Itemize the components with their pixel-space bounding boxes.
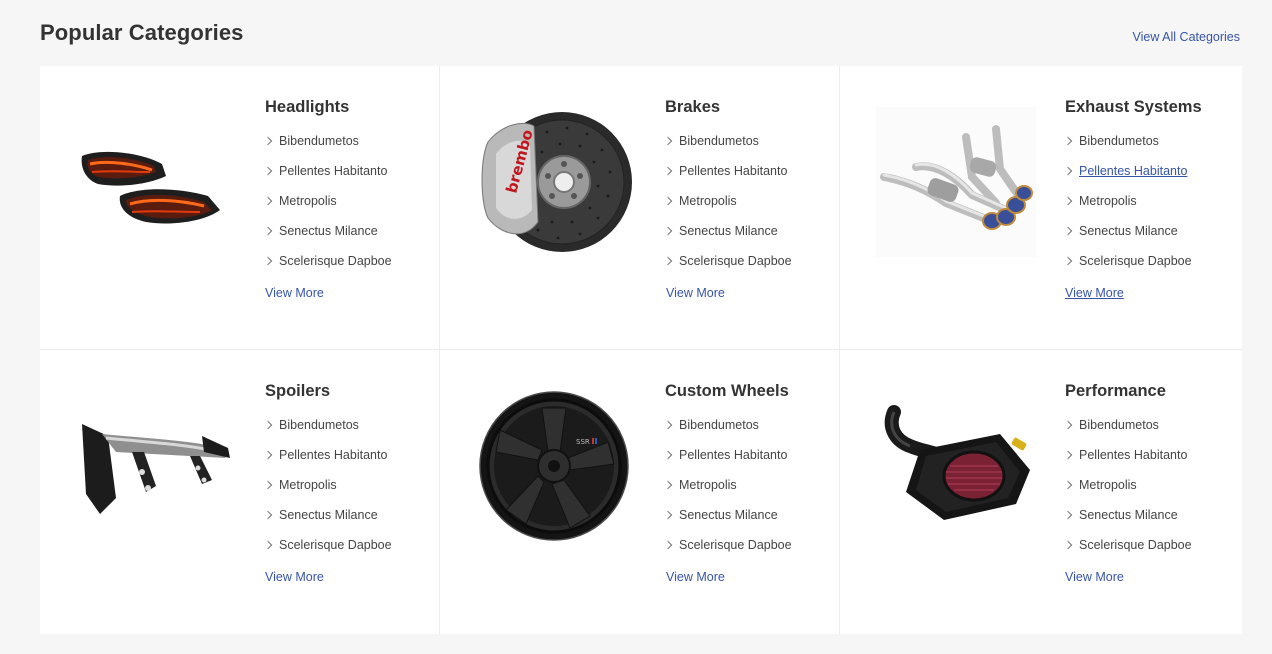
chevron-right-icon xyxy=(263,510,273,520)
category-card-headlights: Headlights Bibendumetos Pellentes Habita… xyxy=(40,66,440,350)
chevron-right-icon xyxy=(663,480,673,490)
chevron-right-icon xyxy=(1063,136,1073,146)
subcategory-item[interactable]: Bibendumetos xyxy=(1063,418,1235,448)
chevron-right-icon xyxy=(663,540,673,550)
subcategory-item[interactable]: Metropolis xyxy=(663,478,835,508)
subcategory-list: Bibendumetos Pellentes Habitanto Metropo… xyxy=(663,134,835,284)
chevron-right-icon xyxy=(263,540,273,550)
subcategory-item[interactable]: Metropolis xyxy=(1063,194,1235,224)
subcategory-item[interactable]: Scelerisque Dapboe xyxy=(1063,538,1235,568)
headlights-image[interactable] xyxy=(72,102,232,262)
subcategory-item[interactable]: Metropolis xyxy=(263,478,435,508)
chevron-right-icon xyxy=(1063,510,1073,520)
subcategory-item[interactable]: Metropolis xyxy=(263,194,435,224)
category-card-exhaust-systems: Exhaust Systems Bibendumetos Pellentes H… xyxy=(840,66,1242,350)
chevron-right-icon xyxy=(263,480,273,490)
category-card-spoilers: Spoilers Bibendumetos Pellentes Habitant… xyxy=(40,350,440,634)
subcategory-item[interactable]: Senectus Milance xyxy=(263,508,435,538)
subcategory-item[interactable]: Senectus Milance xyxy=(263,224,435,254)
subcategory-item[interactable]: Bibendumetos xyxy=(263,134,435,164)
view-more-link[interactable]: View More xyxy=(1065,286,1124,300)
chevron-right-icon xyxy=(1063,166,1073,176)
subcategory-list: Bibendumetos Pellentes Habitanto Metropo… xyxy=(663,418,835,568)
view-more-link[interactable]: View More xyxy=(1065,570,1124,584)
chevron-right-icon xyxy=(1063,450,1073,460)
chevron-right-icon xyxy=(663,196,673,206)
wheel-image[interactable]: SSR xyxy=(472,386,632,546)
exhaust-image[interactable] xyxy=(876,102,1036,262)
subcategory-item[interactable]: Senectus Milance xyxy=(1063,508,1235,538)
svg-text:SSR: SSR xyxy=(576,438,590,446)
subcategory-item[interactable]: Scelerisque Dapboe xyxy=(1063,254,1235,284)
view-more-link[interactable]: View More xyxy=(666,286,725,300)
subcategory-item[interactable]: Pellentes Habitanto xyxy=(663,448,835,478)
chevron-right-icon xyxy=(663,166,673,176)
category-card-custom-wheels: SSR Custom Wheels Bibendumetos Pellentes… xyxy=(440,350,840,634)
subcategory-item[interactable]: Metropolis xyxy=(1063,478,1235,508)
chevron-right-icon xyxy=(663,420,673,430)
chevron-right-icon xyxy=(1063,256,1073,266)
subcategory-list: Bibendumetos Pellentes Habitanto Metropo… xyxy=(1063,134,1235,284)
categories-grid: Headlights Bibendumetos Pellentes Habita… xyxy=(40,66,1242,634)
chevron-right-icon xyxy=(1063,226,1073,236)
chevron-right-icon xyxy=(263,136,273,146)
view-more-link[interactable]: View More xyxy=(265,570,324,584)
chevron-right-icon xyxy=(263,196,273,206)
chevron-right-icon xyxy=(1063,196,1073,206)
subcategory-item[interactable]: Bibendumetos xyxy=(1063,134,1235,164)
subcategory-item[interactable]: Scelerisque Dapboe xyxy=(663,538,835,568)
category-card-performance: Performance Bibendumetos Pellentes Habit… xyxy=(840,350,1242,634)
chevron-right-icon xyxy=(1063,420,1073,430)
category-title[interactable]: Spoilers xyxy=(265,382,435,402)
subcategory-item[interactable]: Metropolis xyxy=(663,194,835,224)
chevron-right-icon xyxy=(263,450,273,460)
chevron-right-icon xyxy=(1063,540,1073,550)
category-title[interactable]: Performance xyxy=(1065,382,1235,402)
view-all-categories-link[interactable]: View All Categories xyxy=(1133,30,1240,44)
chevron-right-icon xyxy=(263,166,273,176)
air-intake-image[interactable] xyxy=(880,386,1040,546)
subcategory-item[interactable]: Bibendumetos xyxy=(663,134,835,164)
category-title[interactable]: Headlights xyxy=(265,98,435,118)
subcategory-item[interactable]: Senectus Milance xyxy=(1063,224,1235,254)
chevron-right-icon xyxy=(663,256,673,266)
subcategory-item[interactable]: Scelerisque Dapboe xyxy=(663,254,835,284)
chevron-right-icon xyxy=(663,226,673,236)
category-card-brakes: brembo Brakes Bibendumetos Pellentes Hab… xyxy=(440,66,840,350)
subcategory-item[interactable]: Pellentes Habitanto xyxy=(1063,448,1235,478)
view-more-link[interactable]: View More xyxy=(265,286,324,300)
subcategory-item[interactable]: Pellentes Habitanto xyxy=(263,448,435,478)
subcategory-item[interactable]: Scelerisque Dapboe xyxy=(263,254,435,284)
chevron-right-icon xyxy=(263,256,273,266)
chevron-right-icon xyxy=(1063,480,1073,490)
chevron-right-icon xyxy=(663,510,673,520)
subcategory-item[interactable]: Pellentes Habitanto xyxy=(663,164,835,194)
spoiler-image[interactable] xyxy=(72,386,232,546)
subcategory-list: Bibendumetos Pellentes Habitanto Metropo… xyxy=(263,418,435,568)
category-title[interactable]: Brakes xyxy=(665,98,835,118)
subcategory-list: Bibendumetos Pellentes Habitanto Metropo… xyxy=(1063,418,1235,568)
chevron-right-icon xyxy=(663,136,673,146)
brakes-image[interactable]: brembo xyxy=(472,102,632,262)
view-more-link[interactable]: View More xyxy=(666,570,725,584)
subcategory-item[interactable]: Senectus Milance xyxy=(663,224,835,254)
subcategory-list: Bibendumetos Pellentes Habitanto Metropo… xyxy=(263,134,435,284)
subcategory-item[interactable]: Pellentes Habitanto xyxy=(1063,164,1235,194)
chevron-right-icon xyxy=(263,420,273,430)
category-title[interactable]: Custom Wheels xyxy=(665,382,835,402)
subcategory-item[interactable]: Senectus Milance xyxy=(663,508,835,538)
category-title[interactable]: Exhaust Systems xyxy=(1065,98,1235,118)
subcategory-item[interactable]: Bibendumetos xyxy=(663,418,835,448)
subcategory-item[interactable]: Scelerisque Dapboe xyxy=(263,538,435,568)
subcategory-item[interactable]: Pellentes Habitanto xyxy=(263,164,435,194)
chevron-right-icon xyxy=(263,226,273,236)
section-title: Popular Categories xyxy=(40,20,244,45)
chevron-right-icon xyxy=(663,450,673,460)
section-header: Popular Categories View All Categories xyxy=(40,20,1240,50)
subcategory-item[interactable]: Bibendumetos xyxy=(263,418,435,448)
